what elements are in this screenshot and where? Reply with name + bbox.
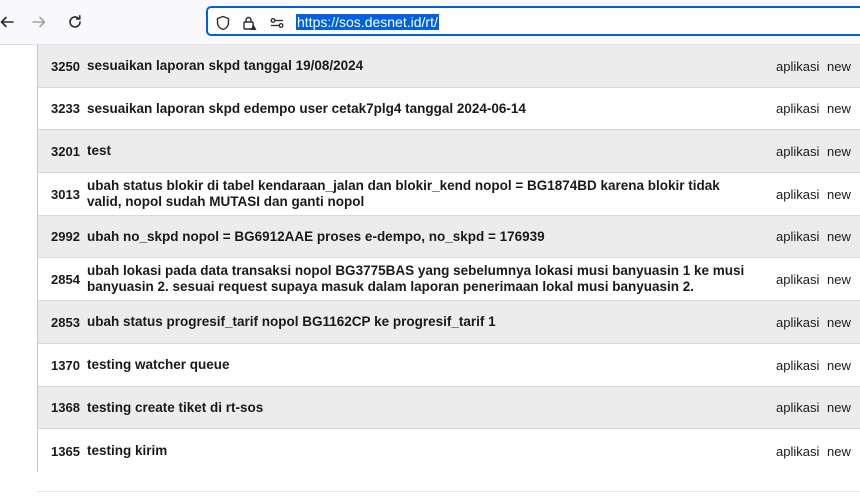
ticket-subject[interactable]: testing kirim xyxy=(87,429,757,473)
ticket-queue: aplikasi xyxy=(776,58,820,74)
ticket-id[interactable]: 3250 xyxy=(51,45,80,87)
ticket-queue: aplikasi xyxy=(776,101,820,116)
ticket-id[interactable]: 2854 xyxy=(51,258,80,300)
ticket-id[interactable]: 1370 xyxy=(51,344,80,386)
table-row[interactable]: 3013 ubah status blokir di tabel kendara… xyxy=(38,173,860,216)
ticket-subject[interactable]: sesuaikan laporan skpd tanggal 19/08/202… xyxy=(87,45,757,87)
ticket-queue: aplikasi xyxy=(776,400,820,415)
ticket-status: new xyxy=(827,443,851,459)
ticket-subject[interactable]: testing create tiket di rt-sos xyxy=(87,387,757,428)
ticket-id[interactable]: 2992 xyxy=(51,216,80,257)
table-row[interactable]: 1370 testing watcher queue aplikasi new xyxy=(38,344,860,387)
browser-toolbar: https://sos.desnet.id/rt/ xyxy=(0,0,860,45)
ticket-status: new xyxy=(827,400,851,415)
ticket-id[interactable]: 3233 xyxy=(51,88,80,129)
ticket-queue: aplikasi xyxy=(776,271,820,287)
ticket-id[interactable]: 2853 xyxy=(51,301,80,343)
ticket-status: new xyxy=(827,229,851,244)
ticket-queue: aplikasi xyxy=(776,357,820,373)
table-row[interactable]: 3233 sesuaikan laporan skpd edempo user … xyxy=(38,88,860,130)
ticket-status: new xyxy=(827,271,851,287)
ticket-subject[interactable]: ubah status blokir di tabel kendaraan_ja… xyxy=(87,173,757,215)
ticket-id[interactable]: 1368 xyxy=(51,387,80,428)
ticket-queue: aplikasi xyxy=(776,229,820,244)
shield-icon[interactable] xyxy=(214,14,232,32)
footer-divider xyxy=(37,491,860,492)
lock-warning-icon[interactable] xyxy=(240,14,258,32)
ticket-subject[interactable]: ubah no_skpd nopol = BG6912AAE proses e-… xyxy=(87,216,757,257)
table-row[interactable]: 3250 sesuaikan laporan skpd tanggal 19/0… xyxy=(38,45,860,88)
ticket-status: new xyxy=(827,101,851,116)
table-row[interactable]: 2853 ubah status progresif_tarif nopol B… xyxy=(38,301,860,344)
ticket-subject[interactable]: ubah lokasi pada data transaksi nopol BG… xyxy=(87,258,757,300)
table-row[interactable]: 2992 ubah no_skpd nopol = BG6912AAE pros… xyxy=(38,216,860,258)
table-row[interactable]: 2854 ubah lokasi pada data transaksi nop… xyxy=(38,258,860,301)
ticket-queue: aplikasi xyxy=(776,443,820,459)
ticket-queue: aplikasi xyxy=(776,143,820,159)
ticket-queue: aplikasi xyxy=(776,314,820,330)
permissions-icon[interactable] xyxy=(268,14,286,32)
ticket-status: new xyxy=(827,143,851,159)
ticket-id[interactable]: 3201 xyxy=(51,130,80,172)
table-row[interactable]: 1368 testing create tiket di rt-sos apli… xyxy=(38,387,860,429)
back-button[interactable] xyxy=(0,9,20,35)
table-row[interactable]: 1365 testing kirim aplikasi new xyxy=(38,429,860,473)
table-row[interactable]: 3201 test aplikasi new xyxy=(38,130,860,173)
ticket-status: new xyxy=(827,357,851,373)
ticket-id[interactable]: 3013 xyxy=(51,173,80,215)
arrow-right-icon xyxy=(32,16,46,28)
url-bar[interactable]: https://sos.desnet.id/rt/ xyxy=(206,6,860,36)
ticket-subject[interactable]: sesuaikan laporan skpd edempo user cetak… xyxy=(87,88,757,129)
url-text[interactable]: https://sos.desnet.id/rt/ xyxy=(296,14,439,30)
ticket-status: new xyxy=(827,58,851,74)
ticket-list: 3250 sesuaikan laporan skpd tanggal 19/0… xyxy=(37,45,860,473)
forward-button[interactable] xyxy=(26,9,52,35)
ticket-subject[interactable]: ubah status progresif_tarif nopol BG1162… xyxy=(87,301,757,343)
ticket-status: new xyxy=(827,186,851,202)
ticket-subject[interactable]: test xyxy=(87,130,757,172)
ticket-status: new xyxy=(827,314,851,330)
arrow-left-icon xyxy=(0,16,14,28)
reload-button[interactable] xyxy=(62,9,88,35)
reload-icon xyxy=(69,15,81,28)
ticket-subject[interactable]: testing watcher queue xyxy=(87,344,757,386)
ticket-id[interactable]: 1365 xyxy=(51,429,80,473)
ticket-queue: aplikasi xyxy=(776,186,820,202)
